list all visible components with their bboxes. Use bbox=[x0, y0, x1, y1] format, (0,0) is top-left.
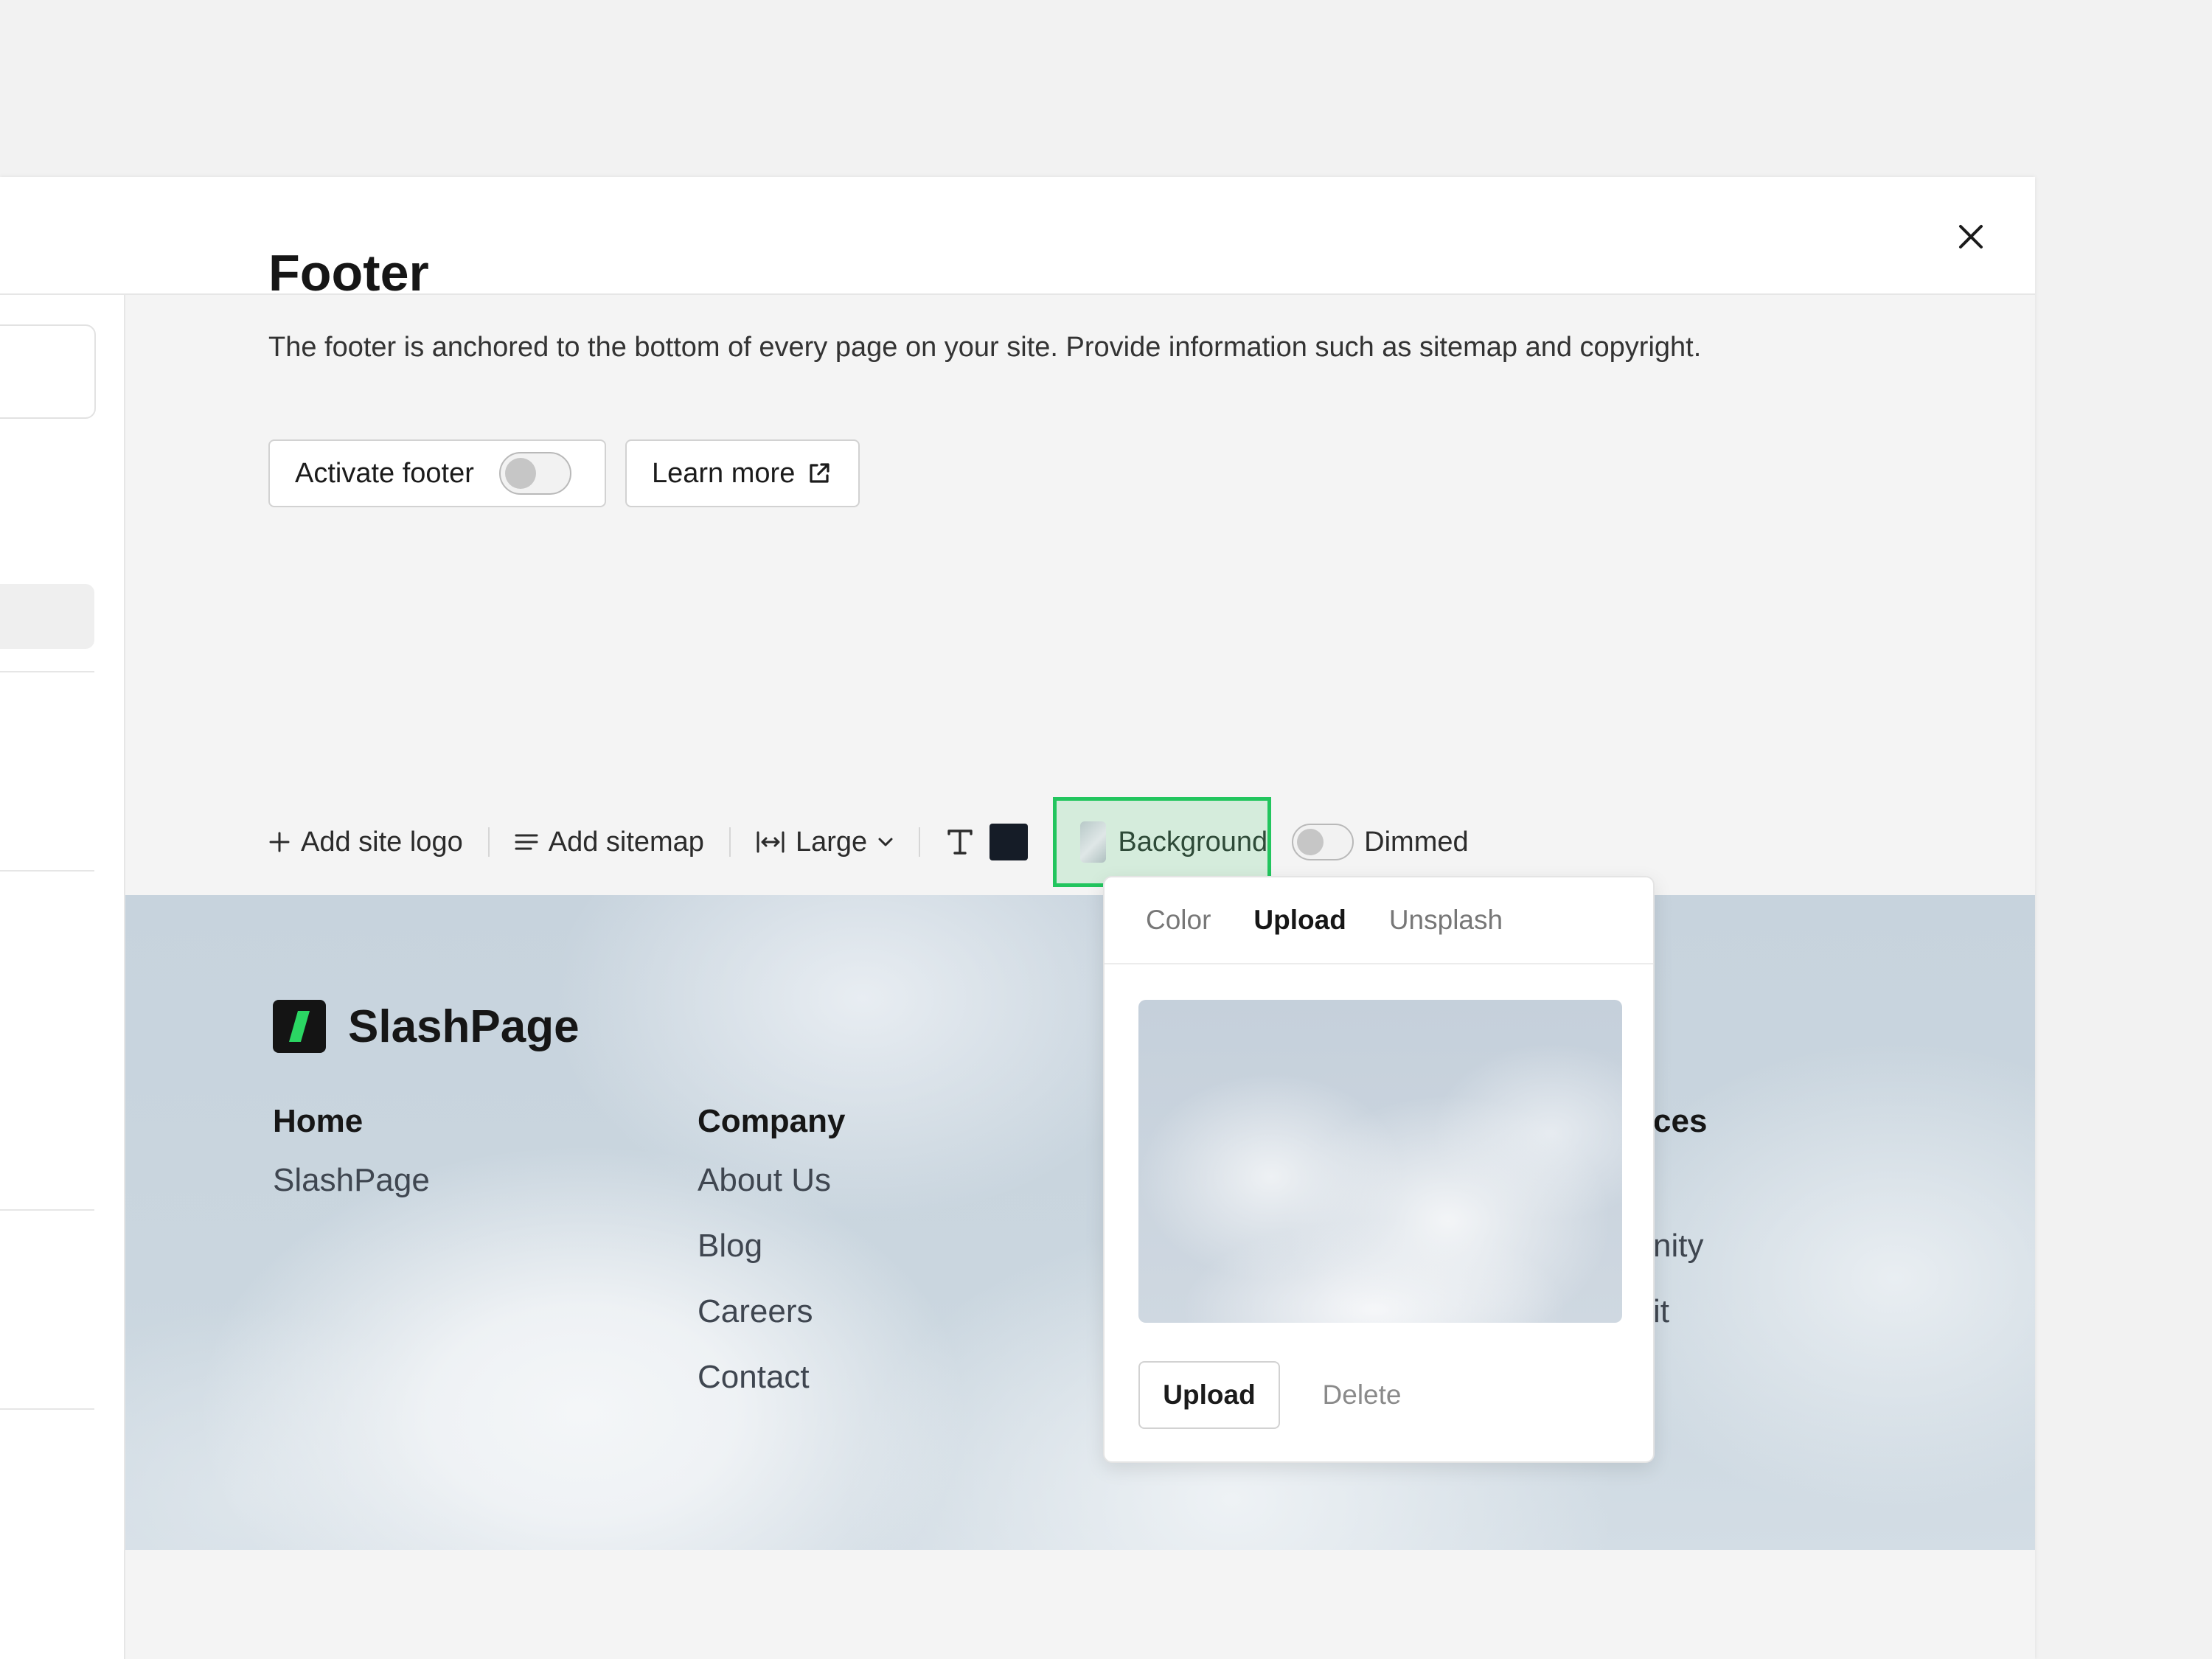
text-color-swatch[interactable] bbox=[990, 824, 1029, 860]
footer-link[interactable]: About Us bbox=[698, 1147, 845, 1213]
tab-upload[interactable]: Upload bbox=[1253, 905, 1346, 936]
tab-color[interactable]: Color bbox=[1146, 905, 1211, 936]
sidebar-search-box[interactable] bbox=[0, 324, 96, 419]
chevron-down-icon bbox=[878, 838, 893, 846]
dimmed-toggle[interactable] bbox=[1292, 824, 1354, 860]
sidebar-divider bbox=[0, 671, 94, 672]
sidebar-divider bbox=[0, 870, 94, 872]
activate-footer-toggle[interactable] bbox=[498, 452, 571, 495]
close-button[interactable] bbox=[1947, 212, 1995, 261]
external-link-icon bbox=[807, 461, 832, 486]
footer-link[interactable]: SlashPage bbox=[273, 1147, 430, 1213]
dimmed-control: Dimmed bbox=[1292, 824, 1469, 860]
learn-more-button[interactable]: Learn more bbox=[625, 439, 860, 507]
column-heading: Company bbox=[698, 1103, 846, 1139]
add-sitemap-label: Add sitemap bbox=[548, 826, 704, 858]
toolbar-divider bbox=[728, 827, 731, 857]
page-title: Footer bbox=[268, 244, 429, 302]
footer-column-company: Company About Us Blog Careers Contact bbox=[698, 1103, 845, 1410]
background-tabs: Color Upload Unsplash bbox=[1105, 877, 1653, 964]
sidebar-divider bbox=[0, 1408, 94, 1410]
footer-link[interactable]: nity bbox=[1653, 1213, 1707, 1279]
footer-link[interactable] bbox=[1653, 1147, 1707, 1213]
size-dropdown[interactable]: Large bbox=[756, 813, 894, 872]
list-icon bbox=[515, 834, 538, 850]
background-popover: Color Upload Unsplash Upload Delete bbox=[1103, 876, 1655, 1463]
footer-column-partial: ces nity it bbox=[1653, 1103, 1707, 1344]
column-heading: Home bbox=[273, 1103, 364, 1139]
add-sitemap-button[interactable]: Add sitemap bbox=[515, 813, 704, 872]
add-site-logo-label: Add site logo bbox=[301, 826, 463, 858]
toolbar-divider bbox=[487, 827, 490, 857]
background-label: Background bbox=[1118, 826, 1268, 858]
background-thumbnail bbox=[1080, 821, 1107, 863]
slashpage-logo-icon bbox=[273, 1000, 326, 1053]
learn-more-label: Learn more bbox=[652, 457, 796, 489]
sidebar-divider bbox=[0, 1209, 94, 1211]
uploaded-image-preview bbox=[1138, 1000, 1622, 1323]
activate-footer-label: Activate footer bbox=[295, 457, 474, 489]
background-button[interactable]: Background bbox=[1053, 797, 1272, 887]
width-icon bbox=[757, 831, 785, 853]
footer-link[interactable]: it bbox=[1653, 1279, 1707, 1344]
sidebar-item-selected[interactable] bbox=[0, 584, 94, 649]
toolbar-divider bbox=[919, 827, 921, 857]
footer-link[interactable]: Blog bbox=[698, 1213, 845, 1279]
upload-button[interactable]: Upload bbox=[1138, 1361, 1280, 1429]
brand-name: SlashPage bbox=[348, 1001, 580, 1052]
size-dropdown-label: Large bbox=[795, 826, 868, 858]
column-heading: ces bbox=[1653, 1103, 1708, 1139]
text-icon bbox=[947, 830, 973, 855]
footer-link[interactable]: Careers bbox=[698, 1279, 845, 1344]
text-style-button[interactable] bbox=[945, 813, 975, 872]
footer-toolbar: Add site logo Add sitemap Large Backgrou… bbox=[268, 797, 1469, 887]
site-logo: SlashPage bbox=[273, 1000, 580, 1053]
footer-preview: SlashPage Home SlashPage Company About U… bbox=[125, 895, 2035, 1550]
footer-link[interactable]: Contact bbox=[698, 1344, 845, 1410]
activate-footer-button[interactable]: Activate footer bbox=[268, 439, 606, 507]
plus-icon bbox=[269, 832, 290, 852]
section-description: The footer is anchored to the bottom of … bbox=[268, 332, 1702, 363]
close-icon bbox=[1959, 225, 1983, 248]
add-site-logo-button[interactable]: Add site logo bbox=[268, 813, 463, 872]
delete-button[interactable]: Delete bbox=[1299, 1361, 1425, 1429]
tab-unsplash[interactable]: Unsplash bbox=[1389, 905, 1503, 936]
settings-sidebar bbox=[0, 295, 125, 1659]
dimmed-label: Dimmed bbox=[1364, 826, 1469, 858]
footer-column-home: Home SlashPage bbox=[273, 1103, 430, 1213]
